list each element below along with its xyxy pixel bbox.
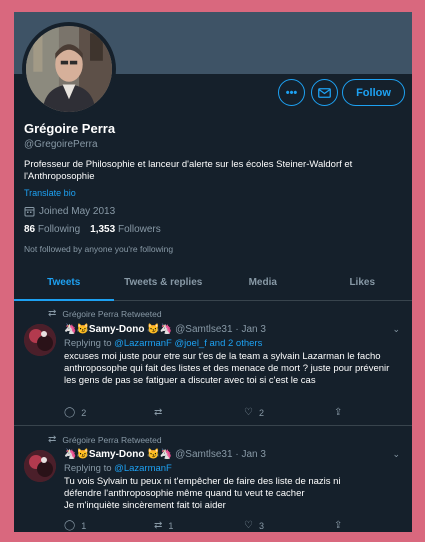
retweet-icon: ⇄ xyxy=(154,407,163,418)
heart-icon: ♡ xyxy=(244,520,253,531)
followers-count: 1,353 xyxy=(90,224,116,235)
share-button[interactable]: ⇪ xyxy=(334,520,364,531)
profile-avatar[interactable] xyxy=(22,22,116,116)
heart-icon: ♡ xyxy=(244,407,253,418)
tweet-author-name[interactable]: 🦄😼Samy-Dono 😼🦄 xyxy=(64,449,172,460)
not-followed-note: Not followed by anyone you're following xyxy=(24,244,174,254)
following-label: Following xyxy=(37,224,81,235)
follow-stats: 86 Following 1,353 Followers xyxy=(24,224,161,235)
retweeted-by: Grégoire Perra Retweeted xyxy=(62,434,162,445)
reply-count: 1 xyxy=(81,520,87,531)
retweet-icon: ⇄ xyxy=(48,434,57,445)
tweet-avatar[interactable] xyxy=(24,324,56,356)
replying-prefix: Replying to xyxy=(64,338,112,349)
translate-bio-link[interactable]: Translate bio xyxy=(24,188,76,198)
reply-icon: ◯ xyxy=(64,520,76,531)
tweet-author-name[interactable]: 🦄😼Samy-Dono 😼🦄 xyxy=(64,324,172,335)
tab-likes[interactable]: Likes xyxy=(313,264,413,300)
tweet-actions: ◯ 2 ⇄ ♡ 2 ⇪ xyxy=(64,407,364,418)
share-icon: ⇪ xyxy=(334,407,343,418)
tweet-header: 🦄😼Samy-Dono 😼🦄 @Samtlse31 · Jan 3 xyxy=(64,324,266,335)
like-count: 3 xyxy=(258,520,264,531)
retweet-context: ⇄ Grégoire Perra Retweeted xyxy=(48,308,162,319)
calendar-icon xyxy=(24,207,35,217)
tweet-avatar[interactable] xyxy=(24,450,56,482)
retweet-context: ⇄ Grégoire Perra Retweeted xyxy=(48,434,162,445)
like-button[interactable]: ♡ 2 xyxy=(244,407,334,418)
message-button[interactable] xyxy=(311,79,338,106)
retweet-icon: ⇄ xyxy=(154,520,163,531)
profile-bio: Professeur de Philosophie et lanceur d'a… xyxy=(24,159,353,182)
profile-tabs: Tweets Tweets & replies Media Likes xyxy=(14,264,412,301)
replying-mentions[interactable]: @LazarmanF @joel_f and 2 others xyxy=(114,338,262,349)
retweet-button[interactable]: ⇄ 1 xyxy=(154,520,244,531)
more-options-button[interactable]: ••• xyxy=(278,79,305,106)
followers-label: Followers xyxy=(117,224,161,235)
following-link[interactable]: 86 Following xyxy=(24,224,80,235)
replying-prefix: Replying to xyxy=(64,463,112,474)
tweet-header: 🦄😼Samy-Dono 😼🦄 @Samtlse31 · Jan 3 xyxy=(64,449,266,460)
retweet-icon: ⇄ xyxy=(48,308,57,319)
profile-handle: @GregoirePerra xyxy=(24,139,98,150)
retweet-count: 1 xyxy=(168,520,174,531)
tweet-meta: @Samtlse31 · Jan 3 xyxy=(175,449,266,460)
share-button[interactable]: ⇪ xyxy=(334,407,364,418)
reply-button[interactable]: ◯ 1 xyxy=(64,520,154,531)
tweet-text: Tu vois Sylvain tu peux ni t'empêcher de… xyxy=(64,476,404,512)
tweet-text-line: défendre l'anthroposophie même quand tu … xyxy=(64,488,305,499)
share-icon: ⇪ xyxy=(334,520,343,531)
chevron-down-icon[interactable]: ⌄ xyxy=(392,449,400,460)
reply-icon: ◯ xyxy=(64,407,76,418)
retweet-button[interactable]: ⇄ xyxy=(154,407,244,418)
replying-to: Replying to @LazarmanF xyxy=(64,463,172,474)
tweet-actions: ◯ 1 ⇄ 1 ♡ 3 ⇪ xyxy=(64,520,364,531)
like-button[interactable]: ♡ 3 xyxy=(244,520,334,531)
replying-mentions[interactable]: @LazarmanF xyxy=(114,463,172,474)
like-count: 2 xyxy=(258,407,264,418)
tweet-item[interactable]: ⇄ Grégoire Perra Retweeted 🦄😼Samy-Dono 😼… xyxy=(14,426,412,532)
tweet-text-line: Je m'inquiète sincèrement fait toi aider xyxy=(64,500,226,511)
joined-date: Joined May 2013 xyxy=(24,206,115,217)
reply-count: 2 xyxy=(81,407,87,418)
more-icon: ••• xyxy=(285,86,298,99)
tweet-item[interactable]: ⇄ Grégoire Perra Retweeted 🦄😼Samy-Dono 😼… xyxy=(14,302,412,426)
tweet-text-line: Tu vois Sylvain tu peux ni t'empêcher de… xyxy=(64,476,341,487)
tweet-meta: @Samtlse31 · Jan 3 xyxy=(175,324,266,335)
retweeted-by: Grégoire Perra Retweeted xyxy=(62,308,162,319)
follow-button[interactable]: Follow xyxy=(342,79,405,106)
tab-tweets[interactable]: Tweets xyxy=(14,264,114,301)
tab-tweets-replies[interactable]: Tweets & replies xyxy=(114,264,214,300)
tweet-text: excuses moi juste pour etre sur t'es de … xyxy=(64,351,390,386)
reply-button[interactable]: ◯ 2 xyxy=(64,407,154,418)
profile-page: ••• Follow Grégoire Perra @GregoirePerra… xyxy=(14,12,412,532)
display-name: Grégoire Perra xyxy=(24,121,116,136)
tab-media[interactable]: Media xyxy=(213,264,313,300)
chevron-down-icon[interactable]: ⌄ xyxy=(392,324,400,335)
following-count: 86 xyxy=(24,224,36,235)
envelope-icon xyxy=(318,87,331,98)
replying-to: Replying to @LazarmanF @joel_f and 2 oth… xyxy=(64,338,262,349)
joined-label: Joined May 2013 xyxy=(39,206,116,217)
followers-link[interactable]: 1,353 Followers xyxy=(90,224,161,235)
